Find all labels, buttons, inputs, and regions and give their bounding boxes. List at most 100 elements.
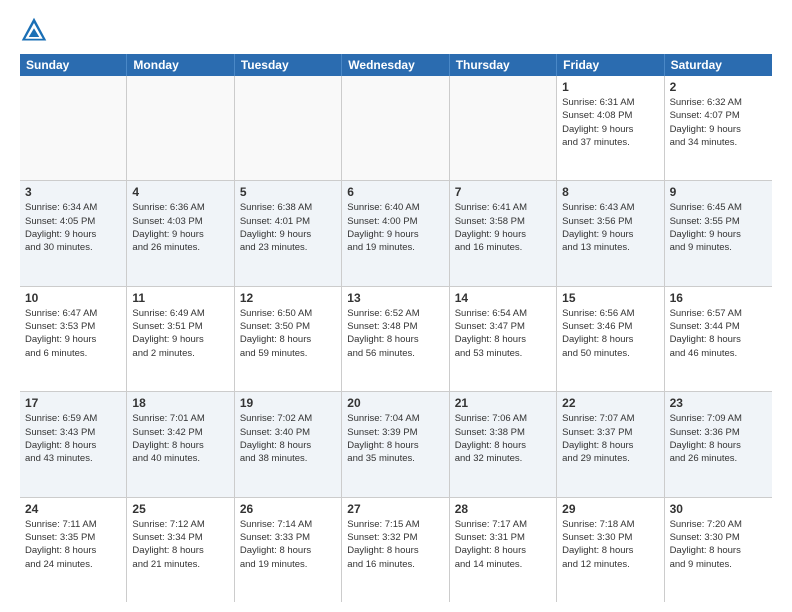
day-cell-30: 30 Sunrise: 7:20 AMSunset: 3:30 PMDayligh…: [665, 498, 772, 602]
day-number: 13: [347, 291, 443, 305]
empty-cell: [20, 76, 127, 180]
day-info: Sunrise: 6:47 AMSunset: 3:53 PMDaylight:…: [25, 307, 121, 360]
day-info: Sunrise: 6:38 AMSunset: 4:01 PMDaylight:…: [240, 201, 336, 254]
day-info: Sunrise: 6:50 AMSunset: 3:50 PMDaylight:…: [240, 307, 336, 360]
day-number: 27: [347, 502, 443, 516]
empty-cell: [127, 76, 234, 180]
day-cell-17: 17 Sunrise: 6:59 AMSunset: 3:43 PMDayligh…: [20, 392, 127, 496]
day-cell-19: 19Sunrise: 7:02 AMSunset: 3:40 PMDayligh…: [235, 392, 342, 496]
day-number: 9: [670, 185, 767, 199]
day-number: 1: [562, 80, 658, 94]
calendar-body: 1Sunrise: 6:31 AMSunset: 4:08 PMDaylight…: [20, 76, 772, 602]
day-info: Sunrise: 7:06 AMSunset: 3:38 PMDaylight:…: [455, 412, 551, 465]
day-cell-13: 13Sunrise: 6:52 AMSunset: 3:48 PMDayligh…: [342, 287, 449, 391]
header-day-wednesday: Wednesday: [342, 54, 449, 76]
day-cell-6: 6Sunrise: 6:40 AMSunset: 4:00 PMDaylight…: [342, 181, 449, 285]
day-info: Sunrise: 6:34 AMSunset: 4:05 PMDaylight:…: [25, 201, 121, 254]
empty-cell: [235, 76, 342, 180]
day-cell-25: 25 Sunrise: 7:12 AMSunset: 3:34 PMDayligh…: [127, 498, 234, 602]
day-info: Sunrise: 7:04 AMSunset: 3:39 PMDaylight:…: [347, 412, 443, 465]
day-info: Sunrise: 7:12 AMSunset: 3:34 PMDaylight:…: [132, 518, 228, 571]
day-info: Sunrise: 7:11 AMSunset: 3:35 PMDaylight:…: [25, 518, 121, 571]
header: [20, 16, 772, 44]
day-info: Sunrise: 7:01 AMSunset: 3:42 PMDaylight:…: [132, 412, 228, 465]
day-cell-8: 8Sunrise: 6:43 AMSunset: 3:56 PMDaylight…: [557, 181, 664, 285]
day-cell-2: 2 Sunrise: 6:32 AMSunset: 4:07 PMDaylight…: [665, 76, 772, 180]
day-info: Sunrise: 6:56 AMSunset: 3:46 PMDaylight:…: [562, 307, 658, 360]
day-number: 18: [132, 396, 228, 410]
day-cell-3: 3Sunrise: 6:34 AMSunset: 4:05 PMDaylight…: [20, 181, 127, 285]
day-info: Sunrise: 6:32 AMSunset: 4:07 PMDaylight:…: [670, 96, 767, 149]
day-number: 11: [132, 291, 228, 305]
day-number: 5: [240, 185, 336, 199]
day-info: Sunrise: 7:15 AMSunset: 3:32 PMDaylight:…: [347, 518, 443, 571]
day-cell-16: 16Sunrise: 6:57 AMSunset: 3:44 PMDayligh…: [665, 287, 772, 391]
day-info: Sunrise: 6:57 AMSunset: 3:44 PMDaylight:…: [670, 307, 767, 360]
day-number: 19: [240, 396, 336, 410]
logo-icon: [20, 16, 48, 44]
day-cell-18: 18 Sunrise: 7:01 AMSunset: 3:42 PMDayligh…: [127, 392, 234, 496]
day-cell-21: 21 Sunrise: 7:06 AMSunset: 3:38 PMDayligh…: [450, 392, 557, 496]
empty-cell: [450, 76, 557, 180]
day-cell-5: 5 Sunrise: 6:38 AMSunset: 4:01 PMDaylight…: [235, 181, 342, 285]
page: SundayMondayTuesdayWednesdayThursdayFrid…: [0, 0, 792, 612]
day-cell-20: 20 Sunrise: 7:04 AMSunset: 3:39 PMDayligh…: [342, 392, 449, 496]
day-number: 26: [240, 502, 336, 516]
day-cell-7: 7 Sunrise: 6:41 AMSunset: 3:58 PMDaylight…: [450, 181, 557, 285]
day-info: Sunrise: 6:49 AMSunset: 3:51 PMDaylight:…: [132, 307, 228, 360]
day-number: 20: [347, 396, 443, 410]
day-cell-14: 14Sunrise: 6:54 AMSunset: 3:47 PMDayligh…: [450, 287, 557, 391]
day-number: 28: [455, 502, 551, 516]
day-info: Sunrise: 7:07 AMSunset: 3:37 PMDaylight:…: [562, 412, 658, 465]
empty-cell: [342, 76, 449, 180]
day-cell-4: 4 Sunrise: 6:36 AMSunset: 4:03 PMDaylight…: [127, 181, 234, 285]
day-cell-15: 15Sunrise: 6:56 AMSunset: 3:46 PMDayligh…: [557, 287, 664, 391]
header-day-tuesday: Tuesday: [235, 54, 342, 76]
day-info: Sunrise: 7:09 AMSunset: 3:36 PMDaylight:…: [670, 412, 767, 465]
header-day-monday: Monday: [127, 54, 234, 76]
day-number: 30: [670, 502, 767, 516]
day-number: 4: [132, 185, 228, 199]
day-info: Sunrise: 6:54 AMSunset: 3:47 PMDaylight:…: [455, 307, 551, 360]
day-cell-12: 12 Sunrise: 6:50 AMSunset: 3:50 PMDayligh…: [235, 287, 342, 391]
day-number: 17: [25, 396, 121, 410]
day-number: 7: [455, 185, 551, 199]
day-cell-28: 28 Sunrise: 7:17 AMSunset: 3:31 PMDayligh…: [450, 498, 557, 602]
day-info: Sunrise: 7:17 AMSunset: 3:31 PMDaylight:…: [455, 518, 551, 571]
day-info: Sunrise: 6:41 AMSunset: 3:58 PMDaylight:…: [455, 201, 551, 254]
day-info: Sunrise: 6:36 AMSunset: 4:03 PMDaylight:…: [132, 201, 228, 254]
logo: [20, 16, 52, 44]
day-number: 29: [562, 502, 658, 516]
day-number: 10: [25, 291, 121, 305]
day-cell-26: 26 Sunrise: 7:14 AMSunset: 3:33 PMDayligh…: [235, 498, 342, 602]
day-cell-23: 23 Sunrise: 7:09 AMSunset: 3:36 PMDayligh…: [665, 392, 772, 496]
day-number: 22: [562, 396, 658, 410]
day-cell-29: 29 Sunrise: 7:18 AMSunset: 3:30 PMDayligh…: [557, 498, 664, 602]
calendar-week-1: 1Sunrise: 6:31 AMSunset: 4:08 PMDaylight…: [20, 76, 772, 181]
day-number: 6: [347, 185, 443, 199]
day-cell-22: 22 Sunrise: 7:07 AMSunset: 3:37 PMDayligh…: [557, 392, 664, 496]
header-day-thursday: Thursday: [450, 54, 557, 76]
day-number: 23: [670, 396, 767, 410]
day-info: Sunrise: 7:18 AMSunset: 3:30 PMDaylight:…: [562, 518, 658, 571]
day-info: Sunrise: 6:45 AMSunset: 3:55 PMDaylight:…: [670, 201, 767, 254]
day-number: 12: [240, 291, 336, 305]
day-number: 25: [132, 502, 228, 516]
calendar-week-2: 3Sunrise: 6:34 AMSunset: 4:05 PMDaylight…: [20, 181, 772, 286]
day-info: Sunrise: 7:20 AMSunset: 3:30 PMDaylight:…: [670, 518, 767, 571]
day-cell-11: 11 Sunrise: 6:49 AMSunset: 3:51 PMDayligh…: [127, 287, 234, 391]
day-cell-27: 27 Sunrise: 7:15 AMSunset: 3:32 PMDayligh…: [342, 498, 449, 602]
day-number: 8: [562, 185, 658, 199]
calendar-header: SundayMondayTuesdayWednesdayThursdayFrid…: [20, 54, 772, 76]
header-day-saturday: Saturday: [665, 54, 772, 76]
day-cell-9: 9 Sunrise: 6:45 AMSunset: 3:55 PMDaylight…: [665, 181, 772, 285]
calendar-week-3: 10 Sunrise: 6:47 AMSunset: 3:53 PMDayligh…: [20, 287, 772, 392]
day-cell-24: 24Sunrise: 7:11 AMSunset: 3:35 PMDayligh…: [20, 498, 127, 602]
day-info: Sunrise: 7:14 AMSunset: 3:33 PMDaylight:…: [240, 518, 336, 571]
header-day-sunday: Sunday: [20, 54, 127, 76]
calendar-week-5: 24Sunrise: 7:11 AMSunset: 3:35 PMDayligh…: [20, 498, 772, 602]
day-number: 21: [455, 396, 551, 410]
day-number: 2: [670, 80, 767, 94]
header-day-friday: Friday: [557, 54, 664, 76]
day-info: Sunrise: 6:59 AMSunset: 3:43 PMDaylight:…: [25, 412, 121, 465]
